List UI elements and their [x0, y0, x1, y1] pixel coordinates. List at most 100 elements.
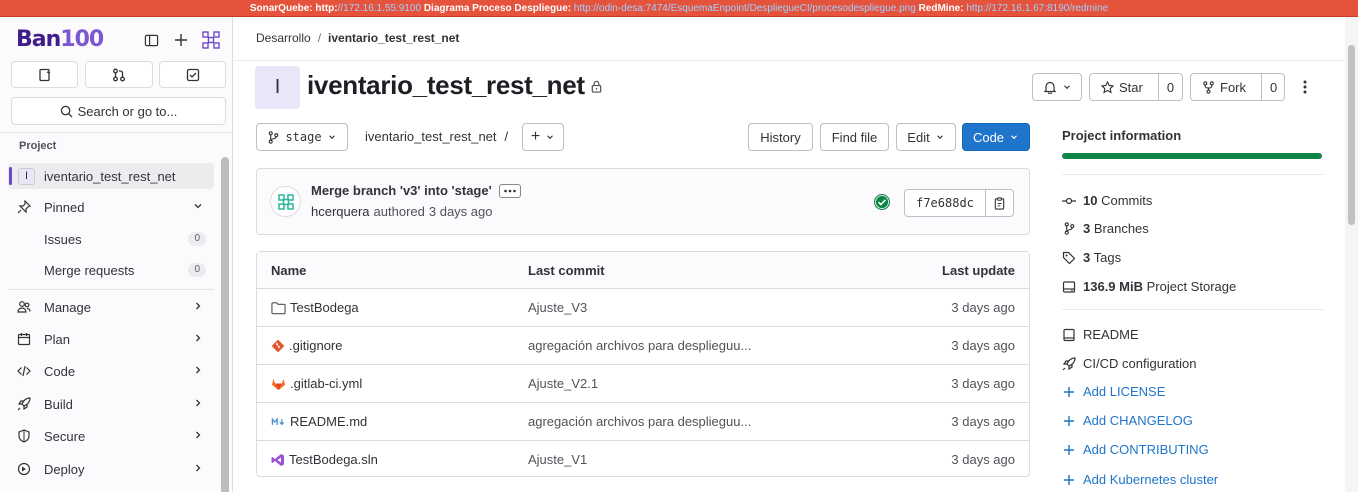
file-name[interactable]: TestBodega.sln [289, 452, 378, 467]
commit-sha[interactable]: f7e688dc [905, 190, 986, 216]
count-badge: 0 [188, 232, 206, 246]
scrollbar-thumb[interactable] [1348, 45, 1355, 225]
collapse-sidebar-icon[interactable] [140, 29, 162, 51]
last-commit-message[interactable]: Ajuste_V3 [528, 300, 587, 315]
book-icon [1062, 328, 1076, 342]
sidebar-item-issues[interactable]: Issues 0 [8, 226, 214, 252]
column-header-last-commit: Last commit [528, 263, 605, 278]
commit-message[interactable]: Merge branch 'v3' into 'stage' [311, 183, 492, 198]
table-row[interactable]: README.md agregación archivos para despl… [257, 403, 1029, 441]
pipeline-status-icon[interactable] [873, 193, 891, 211]
sidebar-item-build[interactable]: Build [8, 391, 214, 417]
tag-icon [1062, 251, 1076, 265]
project-avatar: I [18, 167, 35, 185]
commit-time: 3 days ago [428, 204, 493, 219]
edit-button[interactable]: Edit [896, 123, 956, 151]
brand-logo[interactable]: Ban100 [16, 27, 104, 52]
last-commit-message[interactable]: Ajuste_V1 [528, 452, 587, 467]
repo-path-separator: / [504, 129, 509, 144]
history-button[interactable]: History [748, 123, 813, 151]
table-row[interactable]: .gitlab-ci.yml Ajuste_V2.1 3 days ago [257, 365, 1029, 403]
sidebar-item-deploy[interactable]: Deploy [8, 456, 214, 482]
add-contributing-link[interactable]: Add CONTRIBUTING [1062, 442, 1209, 457]
last-commit-message[interactable]: agregación archivos para desplieguu... [528, 414, 751, 429]
fork-count[interactable]: 0 [1261, 74, 1285, 100]
storage-link[interactable]: 136.9 MiB Project Storage [1062, 279, 1236, 294]
star-button[interactable]: Star 0 [1089, 73, 1183, 101]
code-button[interactable]: Code [962, 123, 1030, 151]
search-button[interactable]: Search or go to... [11, 97, 226, 125]
table-row[interactable]: TestBodega Ajuste_V3 3 days ago [257, 289, 1029, 327]
chevron-down-icon [327, 132, 337, 142]
file-name[interactable]: README.md [290, 414, 367, 429]
fork-button[interactable]: Fork 0 [1190, 73, 1285, 101]
last-update-time: 3 days ago [951, 452, 1015, 467]
todo-shortcut-button[interactable] [159, 61, 226, 88]
file-name[interactable]: .gitignore [289, 338, 342, 353]
star-count[interactable]: 0 [1157, 74, 1182, 100]
chevron-down-icon [1062, 82, 1072, 92]
find-file-button[interactable]: Find file [820, 123, 889, 151]
sidebar-scrollbar[interactable] [221, 157, 229, 492]
sidebar-item-plan[interactable]: Plan [8, 326, 214, 352]
add-kubernetes-link[interactable]: Add Kubernetes cluster [1062, 472, 1218, 487]
sidebar-item-secure[interactable]: Secure [8, 423, 214, 449]
file-name[interactable]: .gitlab-ci.yml [290, 376, 362, 391]
plus-icon [1062, 385, 1076, 399]
table-row[interactable]: .gitignore agregación archivos para desp… [257, 327, 1029, 365]
issues-shortcut-button[interactable] [11, 61, 78, 88]
banner-label-diagram: Diagrama Proceso Despliegue: [423, 3, 572, 14]
column-header-last-update: Last update [942, 263, 1015, 278]
lock-icon [590, 80, 603, 93]
user-avatar-icon[interactable] [200, 29, 222, 51]
merge-requests-shortcut-button[interactable] [85, 61, 153, 88]
copy-icon[interactable] [986, 190, 1013, 216]
commits-label: Commits [1101, 193, 1153, 208]
chevron-down-icon [192, 200, 204, 212]
chevron-down-icon [935, 132, 945, 142]
tags-link[interactable]: 3 Tags [1062, 250, 1121, 265]
plus-icon[interactable] [170, 29, 192, 51]
add-changelog-link[interactable]: Add CHANGELOG [1062, 413, 1193, 428]
last-commit-message[interactable]: agregación archivos para desplieguu... [528, 338, 751, 353]
chevron-down-icon [1009, 132, 1019, 142]
sidebar-item-merge-requests[interactable]: Merge requests 0 [8, 257, 214, 283]
branches-link[interactable]: 3 Branches [1062, 221, 1149, 236]
column-header-name: Name [271, 263, 307, 278]
commit-author[interactable]: hcerquera [311, 204, 370, 219]
file-name[interactable]: TestBodega [290, 300, 359, 315]
avatar[interactable] [270, 186, 301, 217]
language-bar[interactable] [1062, 153, 1322, 159]
banner-link-diagram[interactable]: http://odin-desa:7474/EsquemaEnpoint/Des… [574, 3, 916, 14]
sidebar-item-project[interactable]: I iventario_test_rest_net [8, 163, 214, 189]
file-tree-table: Name Last commit Last update TestBodega … [256, 251, 1030, 477]
sidebar-item-code[interactable]: Code [8, 358, 214, 384]
breadcrumb-current[interactable]: iventario_test_rest_net [328, 31, 459, 45]
table-row[interactable]: TestBodega.sln Ajuste_V1 3 days ago [257, 441, 1029, 479]
cicd-config-link[interactable]: CI/CD configuration [1062, 356, 1196, 371]
add-to-tree-button[interactable]: + [522, 123, 564, 151]
sidebar-item-pinned[interactable]: Pinned [8, 194, 214, 220]
notifications-button[interactable] [1032, 73, 1082, 101]
last-commit-message[interactable]: Ajuste_V2.1 [528, 376, 598, 391]
branch-selector[interactable]: stage [256, 123, 348, 151]
branch-name: stage [285, 130, 322, 144]
expand-description-button[interactable] [498, 183, 521, 198]
search-label: Search or go to... [77, 103, 178, 119]
visual-studio-icon [271, 453, 285, 467]
banner-link-redmine[interactable]: http://172.16.1.67:8190/redmine [966, 3, 1108, 14]
sidebar-item-label: Issues [44, 231, 82, 247]
disk-icon [1062, 280, 1076, 294]
readme-link[interactable]: README [1062, 327, 1139, 342]
sidebar-item-manage[interactable]: Manage [8, 294, 214, 320]
page-scrollbar[interactable] [1345, 17, 1358, 492]
announcement-banner: SonarQuebe: http://172.16.1.55:9100 Diag… [0, 0, 1358, 17]
repo-path-root[interactable]: iventario_test_rest_net [365, 129, 497, 144]
star-icon [1101, 80, 1114, 94]
more-actions-icon[interactable] [1297, 79, 1313, 95]
commits-link[interactable]: 10 Commits [1062, 193, 1152, 208]
banner-label-sonar: SonarQuebe: http: [249, 3, 338, 14]
breadcrumb-parent[interactable]: Desarrollo [256, 31, 311, 45]
add-license-link[interactable]: Add LICENSE [1062, 384, 1165, 399]
banner-link-sonar[interactable]: //172.16.1.55:9100 [338, 3, 421, 14]
